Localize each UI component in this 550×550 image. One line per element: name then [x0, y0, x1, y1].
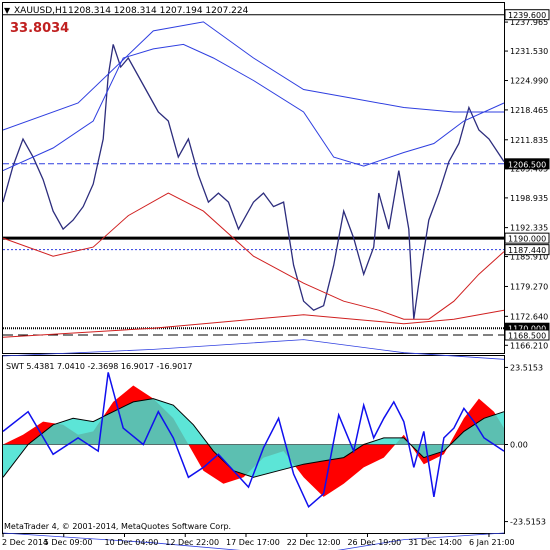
- y-tick-label: 1218.465: [510, 106, 548, 115]
- price-label-text: 1187.440: [508, 246, 546, 255]
- copyright-text: MetaTrader 4, © 2001-2014, MetaQuotes So…: [4, 522, 231, 531]
- indicator-y-tick-label: 23.5153: [510, 363, 543, 372]
- price-label-text: 1206.500: [508, 160, 546, 169]
- y-tick-label: 1192.335: [510, 224, 548, 233]
- chart-symbol-label: XAUUSD,H1: [14, 6, 68, 16]
- indicator-y-tick-label: -23.5153: [510, 518, 546, 527]
- header-arrow-icon[interactable]: ▼: [4, 6, 11, 15]
- y-tick-label: 1179.270: [510, 282, 548, 291]
- x-tick-label: 6 Jan 21:00: [469, 538, 515, 547]
- indicator-label: SWT 5.4381 7.0410 -2.3698 16.9017 -16.90…: [6, 362, 193, 371]
- chart-canvas: 1237.9651231.5301224.9901218.4651211.835…: [2, 2, 550, 550]
- price-label-text: 1190.000: [508, 235, 546, 244]
- main-panel-frame: [2, 2, 505, 354]
- y-tick-label: 1224.990: [510, 77, 548, 86]
- x-tick-label: 31 Dec 14:00: [408, 538, 462, 547]
- x-tick-label: 22 Dec 12:00: [287, 538, 341, 547]
- y-tick-label: 1198.935: [510, 194, 548, 203]
- indicator-y-tick-label: 0.00: [510, 441, 528, 450]
- x-tick-label: 26 Dec 19:00: [347, 538, 401, 547]
- y-tick-label: 1231.530: [510, 47, 548, 56]
- x-tick-label: 12 Dec 22:00: [165, 538, 219, 547]
- y-tick-label: 1211.835: [510, 136, 548, 145]
- x-tick-label: 5 Dec 09:00: [44, 538, 93, 547]
- y-tick-label: 1166.210: [510, 341, 548, 350]
- x-tick-label: 2 Dec 2014: [2, 538, 48, 547]
- chart-ohlc-label: 1208.314 1208.314 1207.194 1207.224: [68, 6, 249, 16]
- price-label-text: 1239.600: [508, 11, 546, 20]
- y-tick-label: 1172.640: [510, 312, 548, 321]
- big-value-label: 33.8034: [10, 21, 69, 36]
- x-tick-label: 10 Dec 04:00: [104, 538, 158, 547]
- x-tick-label: 17 Dec 17:00: [226, 538, 280, 547]
- price-label-text: 1168.500: [508, 331, 546, 340]
